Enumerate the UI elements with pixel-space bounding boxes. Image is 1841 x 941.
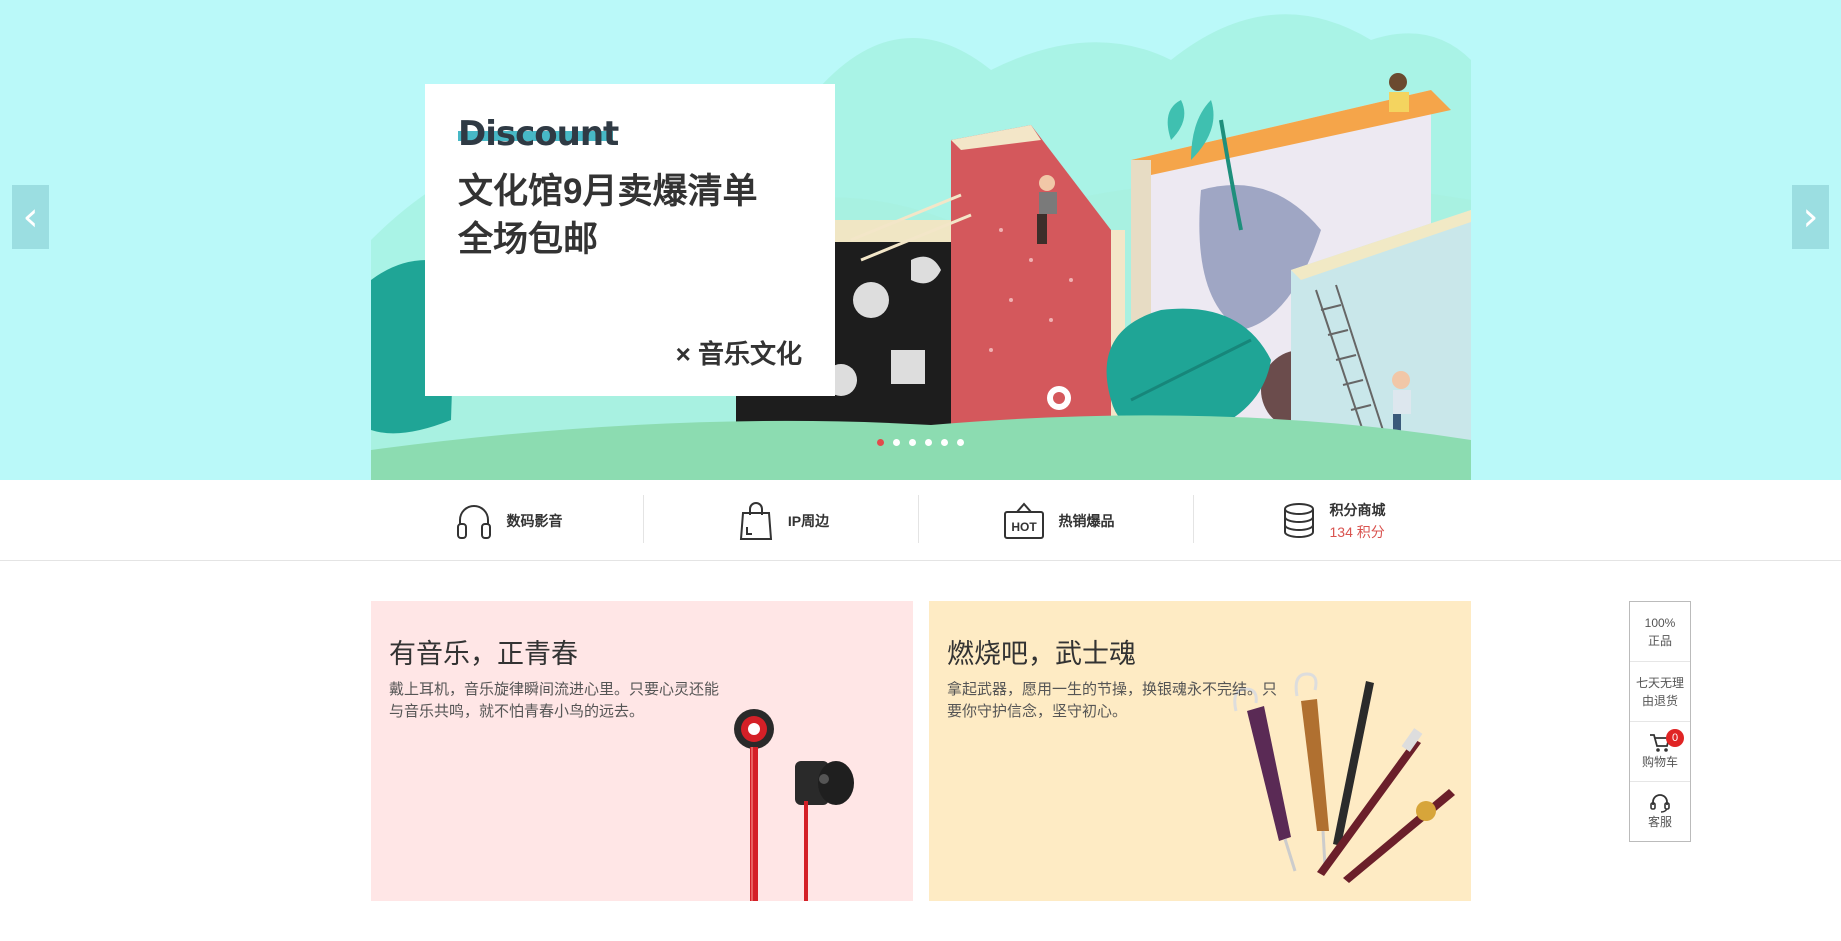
promo-tag: × 音乐文化 [675, 339, 802, 369]
hot-sign-icon: HOT [1003, 501, 1044, 539]
chevron-left-icon: ‹ [22, 194, 39, 240]
category-bar: 数码影音 IP周边 HOT 热销爆品 积分商城 134 积分 [0, 480, 1841, 561]
genuine-line2: 正品 [1647, 633, 1672, 648]
feature-card-music[interactable]: 有音乐，正青春 戴上耳机，音乐旋律瞬间流进心里。只要心灵还能与音乐共鸣，就不怕青… [371, 601, 913, 901]
card-description: 戴上耳机，音乐旋律瞬间流进心里。只要心灵还能与音乐共鸣，就不怕青春小鸟的远去。 [389, 681, 720, 720]
return-line2: 由退货 [1641, 693, 1678, 708]
category-divider [918, 495, 919, 543]
svg-text:HOT: HOT [1011, 520, 1037, 534]
chevron-right-icon: › [1802, 194, 1819, 240]
promo-card[interactable]: Discount 文化馆9月卖爆清单 全场包邮 × 音乐文化 [425, 84, 835, 396]
card-title: 燃烧吧，武士魂 [947, 639, 1136, 669]
side-toolbar: 100% 正品 七天无理 由退货 0 购物车 客服 [1629, 601, 1691, 842]
promo-title-line1: 文化馆9月卖爆清单 [458, 172, 758, 211]
category-divider [1193, 495, 1194, 543]
customer-service-button[interactable]: 客服 [1630, 782, 1690, 842]
category-digital-av[interactable]: 数码影音 [371, 480, 646, 561]
carousel-dot[interactable] [957, 439, 964, 446]
card-title: 有音乐，正青春 [389, 639, 578, 669]
banner-next-arrow[interactable]: › [1792, 185, 1829, 249]
promo-title-line2: 全场包邮 [458, 220, 599, 259]
genuine-guarantee[interactable]: 100% 正品 [1630, 602, 1690, 662]
genuine-line1: 100% [1644, 615, 1676, 630]
seven-day-return[interactable]: 七天无理 由退货 [1630, 662, 1690, 722]
category-label: 数码影音 [506, 512, 563, 529]
category-label: 积分商城 [1329, 501, 1386, 518]
hero-banner[interactable]: ‹ › Discount 文化馆9月卖爆清单 全场包邮 × 音乐文化 [0, 0, 1841, 480]
service-label: 客服 [1647, 815, 1672, 829]
carousel-dot[interactable] [877, 439, 884, 446]
card-description: 拿起武器，愿用一生的节操，换银魂永不完结。只要你守护信念，坚守初心。 [947, 681, 1278, 720]
carousel-dot[interactable] [893, 439, 900, 446]
category-text: 积分商城 134 积分 [1330, 500, 1386, 542]
carousel-dots [877, 439, 964, 446]
carousel-dot[interactable] [909, 439, 916, 446]
banner-prev-arrow[interactable]: ‹ [12, 185, 49, 249]
category-hot-sellers[interactable]: HOT 热销爆品 [921, 480, 1196, 561]
carousel-dot[interactable] [941, 439, 948, 446]
shopping-bag-icon [739, 501, 772, 540]
category-points-mall[interactable]: 积分商城 134 积分 [1196, 480, 1471, 561]
promo-title: 文化馆9月卖爆清单 全场包邮 [458, 168, 757, 264]
return-line1: 七天无理 [1635, 675, 1684, 690]
headphones-icon [456, 504, 491, 539]
headset-icon [1650, 794, 1670, 813]
cart-count-badge: 0 [1666, 729, 1684, 747]
feature-card-samurai[interactable]: 燃烧吧，武士魂 拿起武器，愿用一生的节操，换银魂永不完结。只要你守护信念，坚守初… [929, 601, 1471, 901]
coin-stack-icon [1283, 502, 1314, 538]
category-divider [643, 495, 644, 543]
category-ip-merch[interactable]: IP周边 [646, 480, 921, 561]
cart-label: 购物车 [1641, 754, 1678, 769]
category-label: 热销爆品 [1058, 512, 1115, 529]
cart-button[interactable]: 0 购物车 [1630, 722, 1690, 782]
carousel-dot[interactable] [925, 439, 932, 446]
promo-eyebrow: Discount [458, 114, 619, 154]
points-balance: 134 积分 [1329, 523, 1385, 540]
category-label: IP周边 [787, 512, 830, 529]
